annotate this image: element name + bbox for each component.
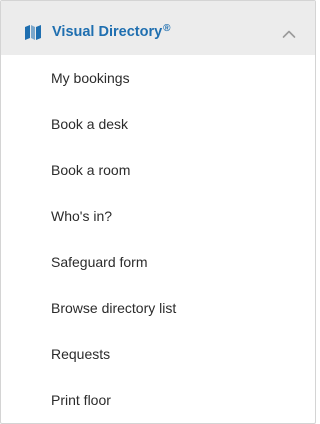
menu-item-label: Who's in? [51, 208, 113, 224]
map-icon [24, 24, 42, 41]
menu-item-label: Book a room [51, 162, 131, 178]
visual-directory-menu: My bookings Book a desk Book a room Who'… [1, 55, 315, 423]
trademark-symbol: ® [163, 23, 171, 34]
menu-item-label: Book a desk [51, 116, 129, 132]
header-title-text: Visual Directory [52, 24, 163, 40]
menu-item-label: Requests [51, 346, 111, 362]
visual-directory-panel: Visual Directory® My bookings Book a des… [0, 0, 316, 424]
menu-item-label: Safeguard form [51, 254, 148, 270]
menu-item-print-floor[interactable]: Print floor [1, 377, 315, 423]
menu-item-requests[interactable]: Requests [1, 331, 315, 377]
visual-directory-header[interactable]: Visual Directory® [1, 1, 315, 55]
menu-item-book-a-room[interactable]: Book a room [1, 147, 315, 193]
header-title: Visual Directory® [52, 23, 171, 41]
menu-item-book-a-desk[interactable]: Book a desk [1, 101, 315, 147]
menu-item-label: My bookings [51, 70, 130, 86]
menu-item-label: Print floor [51, 392, 111, 408]
chevron-up-icon[interactable] [282, 26, 296, 38]
menu-item-my-bookings[interactable]: My bookings [1, 55, 315, 101]
menu-item-safeguard-form[interactable]: Safeguard form [1, 239, 315, 285]
menu-item-whos-in[interactable]: Who's in? [1, 193, 315, 239]
menu-item-label: Browse directory list [51, 300, 177, 316]
menu-item-browse-directory-list[interactable]: Browse directory list [1, 285, 315, 331]
